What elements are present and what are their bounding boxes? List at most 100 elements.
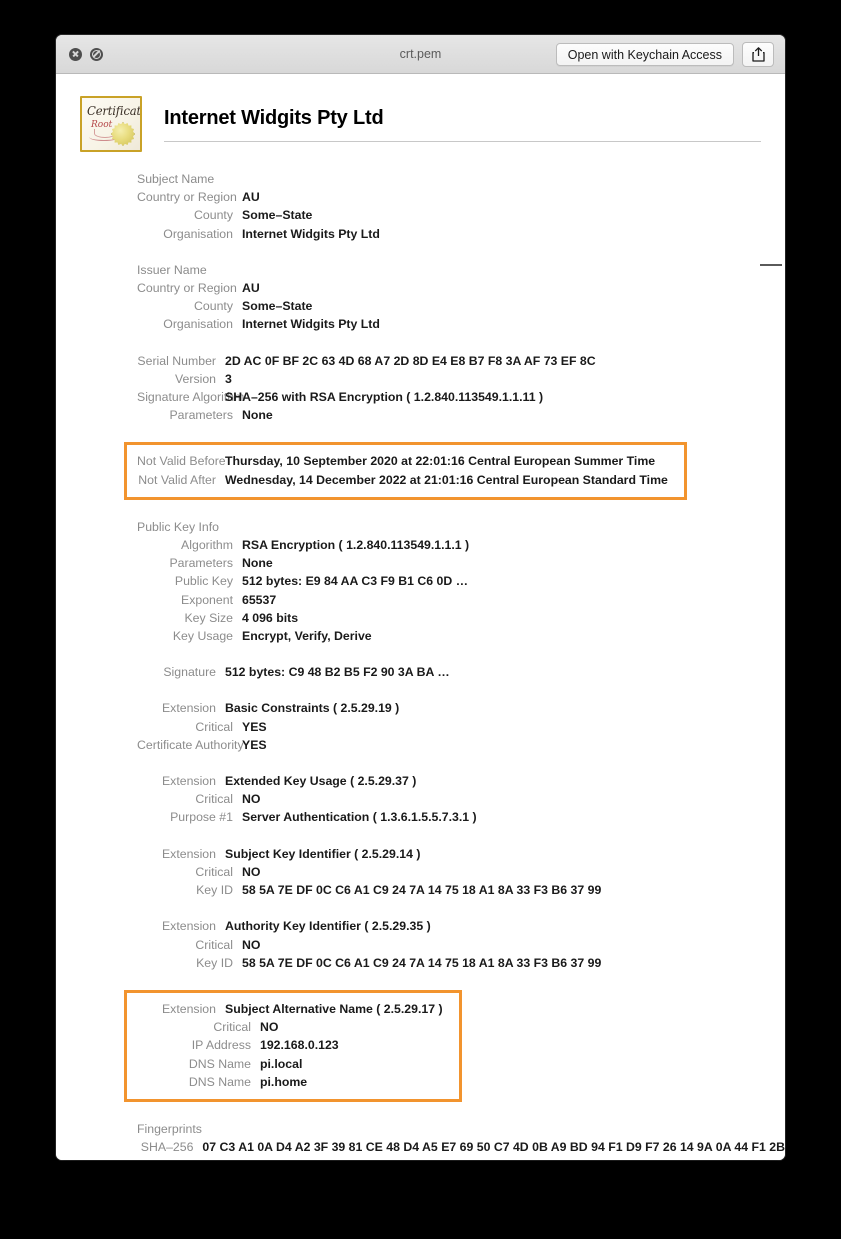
detail-value: RSA Encryption ( 1.2.840.113549.1.1.1 )	[242, 538, 470, 553]
detail-row: Key Usage Encrypt, Verify, Derive	[56, 627, 785, 645]
detail-value: 512 bytes: C9 48 B2 B5 F2 90 3A BA …	[225, 665, 450, 680]
detail-label: Organisation	[163, 226, 233, 241]
open-with-keychain-access-button[interactable]: Open with Keychain Access	[555, 42, 734, 66]
detail-row: Extension Extended Key Usage ( 2.5.29.37 …	[56, 772, 785, 790]
certificate-icon: Certificate Root	[80, 96, 142, 152]
detail-value: Server Authentication ( 1.3.6.1.5.5.7.3.…	[242, 810, 477, 825]
detail-label: Algorithm	[181, 538, 233, 553]
detail-row: County Some–State	[56, 206, 785, 224]
section-heading: Fingerprints	[137, 1121, 202, 1136]
detail-value: Some–State	[242, 299, 313, 314]
detail-row: Certificate Authority YES	[56, 736, 785, 754]
share-button[interactable]	[742, 41, 774, 67]
detail-label: Parameters	[169, 408, 233, 423]
section-extension-extended-key-usage: Extension Extended Key Usage ( 2.5.29.37 …	[56, 772, 785, 827]
detail-label: Country or Region	[137, 281, 237, 296]
detail-label: Version	[174, 371, 216, 386]
detail-row: SHA–1 01 E2 F4 87 9B 36 8C C8 62 1F 4F A7…	[56, 1156, 785, 1160]
detail-row: Extension Authority Key Identifier ( 2.5.…	[56, 917, 785, 935]
detail-value: Subject Alternative Name ( 2.5.29.17 )	[225, 1001, 443, 1016]
detail-row: Purpose #1 Server Authentication ( 1.3.6.…	[56, 808, 785, 826]
detail-label: County	[194, 299, 233, 314]
detail-value: Thursday, 10 September 2020 at 22:01:16 …	[225, 454, 656, 469]
detail-label: Not Valid Before	[137, 454, 226, 469]
highlight-wrapper: Not Valid Before Thursday, 10 September 2…	[56, 442, 785, 500]
section-heading: Subject Name	[137, 172, 215, 186]
detail-row: SHA–256 07 C3 A1 0A D4 A2 3F 39 81 CE 48 …	[56, 1138, 785, 1156]
section-serial-version-signature: Serial Number 2D AC 0F BF 2C 63 4D 68 A7 …	[56, 352, 785, 425]
detail-label: Serial Number	[137, 353, 216, 368]
detail-value: 512 bytes: E9 84 AA C3 F9 B1 C6 0D …	[242, 574, 468, 589]
detail-label: Key Usage	[172, 629, 233, 644]
section-heading: Issuer Name	[137, 262, 207, 277]
detail-label: SHA–256	[140, 1140, 194, 1155]
detail-row: Critical NO	[56, 863, 785, 881]
section-public-key-info: Public Key Info Algorithm RSA Encryption (…	[56, 518, 785, 645]
detail-row: Critical NO	[56, 936, 785, 954]
share-icon	[751, 46, 765, 62]
section-extension-authority-key-identifier: Extension Authority Key Identifier ( 2.5.…	[56, 917, 785, 972]
page-title: Internet Widgits Pty Ltd	[164, 106, 384, 129]
detail-value: AU	[242, 281, 260, 296]
detail-label: Extension	[161, 846, 216, 861]
detail-row: Parameters None	[56, 554, 785, 572]
minimize-icon[interactable]	[90, 47, 103, 61]
detail-row: Serial Number 2D AC 0F BF 2C 63 4D 68 A7 …	[56, 352, 785, 370]
detail-row: Signature 512 bytes: C9 48 B2 B5 F2 90 3A…	[56, 663, 785, 681]
scrollbar-indicator[interactable]	[760, 264, 782, 266]
detail-value: YES	[242, 737, 267, 752]
detail-value: Some–State	[242, 208, 313, 223]
section-extension-subject-key-identifier: Extension Subject Key Identifier ( 2.5.29…	[56, 845, 785, 900]
detail-row: County Some–State	[56, 297, 785, 315]
section-issuer-name: Issuer Name Country or Region AU County Some…	[56, 261, 785, 334]
detail-label: Country or Region	[137, 190, 237, 205]
detail-row: Parameters None	[56, 406, 785, 424]
detail-value: Extended Key Usage ( 2.5.29.37 )	[225, 774, 417, 789]
detail-label: Critical	[213, 1020, 251, 1035]
certificate-detail-pane[interactable]: Certificate Root Internet Widgits Pty Lt…	[56, 74, 785, 1160]
section-fingerprints: Fingerprints SHA–256 07 C3 A1 0A D4 A2 3F …	[56, 1120, 785, 1160]
detail-row: Public Key 512 bytes: E9 84 AA C3 F9 B1 C…	[56, 572, 785, 590]
detail-value: Encrypt, Verify, Derive	[242, 629, 372, 644]
detail-label: IP Address	[191, 1038, 251, 1053]
detail-row: Extension Subject Alternative Name ( 2.5.…	[127, 1000, 443, 1018]
detail-row: Key Size 4 096 bits	[56, 609, 785, 627]
certificate-icon-word: Certificate	[87, 103, 142, 118]
detail-value: SHA–256 with RSA Encryption ( 1.2.840.11…	[225, 390, 544, 405]
detail-value: None	[242, 408, 273, 423]
detail-row: Version 3	[56, 370, 785, 388]
detail-value: pi.home	[260, 1074, 308, 1089]
detail-value: 2D AC 0F BF 2C 63 4D 68 A7 2D 8D E4 E8 B…	[225, 353, 596, 368]
detail-value: NO	[260, 1020, 279, 1035]
detail-row: Key ID 58 5A 7E DF 0C C6 A1 C9 24 7A 14 7…	[56, 954, 785, 972]
detail-row: Signature Algorithm SHA–256 with RSA Encr…	[56, 388, 785, 406]
detail-value: 4 096 bits	[242, 610, 299, 625]
certificate-header: Certificate Root Internet Widgits Pty Lt…	[56, 74, 785, 152]
detail-row: IP Address 192.168.0.123	[127, 1036, 443, 1054]
detail-label: Key ID	[196, 883, 233, 898]
certificate-title-block: Internet Widgits Pty Ltd	[164, 107, 785, 142]
detail-value: Wednesday, 14 December 2022 at 21:01:16 …	[225, 472, 668, 487]
detail-label: Signature Algorithm	[137, 390, 245, 405]
detail-row: Country or Region AU	[56, 279, 785, 297]
detail-label: Purpose #1	[170, 810, 233, 825]
detail-value: Subject Key Identifier ( 2.5.29.14 )	[225, 846, 421, 861]
detail-row: Extension Basic Constraints ( 2.5.29.19 )	[56, 699, 785, 717]
detail-row: Critical YES	[56, 718, 785, 736]
detail-value: 01 E2 F4 87 9B 36 8C C8 62 1F 4F A7 3E 7…	[242, 1156, 599, 1160]
certificate-seal-icon	[111, 122, 135, 146]
detail-label: Critical	[195, 719, 233, 734]
close-icon[interactable]	[69, 47, 82, 61]
detail-label: Key Size	[184, 610, 233, 625]
detail-row: Extension Subject Key Identifier ( 2.5.29…	[56, 845, 785, 863]
detail-label: Extension	[161, 774, 216, 789]
window-titlebar: crt.pem Open with Keychain Access	[56, 35, 785, 74]
highlight-box: Not Valid Before Thursday, 10 September 2…	[124, 442, 687, 500]
detail-row: Critical NO	[127, 1018, 443, 1036]
detail-value: 192.168.0.123	[260, 1038, 339, 1053]
